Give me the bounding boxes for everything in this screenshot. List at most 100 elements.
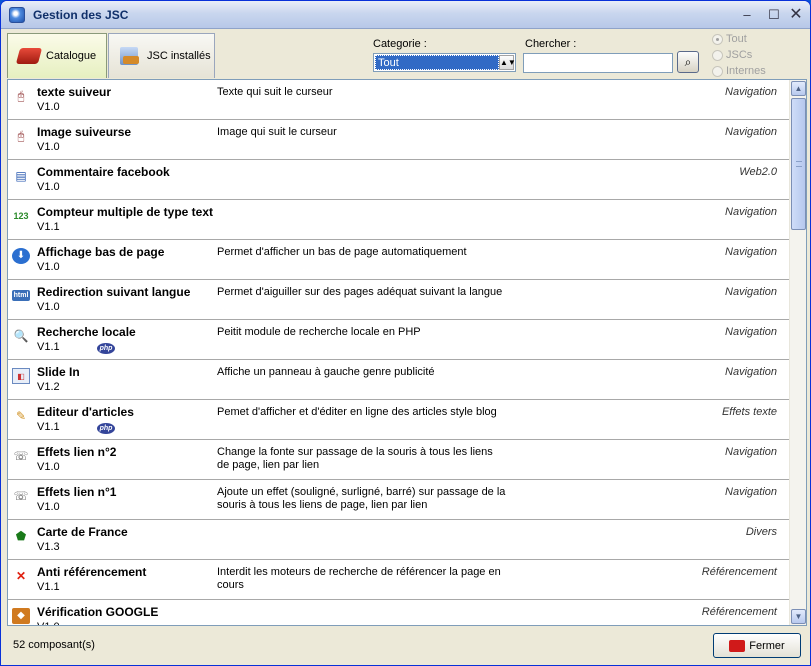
item-name: Commentaire facebook [37, 165, 170, 179]
minimize-button[interactable]: – [738, 7, 756, 23]
grip-icon [796, 161, 802, 167]
radio-dot-icon [712, 49, 723, 61]
list-item[interactable]: ✎ Editeur d'articles V1.1 php Pemet d'affich… [8, 400, 789, 440]
radio-tout-label: Tout [726, 33, 747, 45]
close-button[interactable]: Fermer [713, 633, 801, 658]
search-label: Chercher : [525, 38, 577, 50]
item-name: Effets lien n°1 [37, 485, 117, 499]
item-description: Peitit module de recherche locale en PHP [217, 326, 421, 338]
list-item[interactable]: ◆ Vérification GOOGLE V1.0 Référencement [8, 600, 789, 625]
item-description: Texte qui suit le curseur [217, 86, 333, 98]
php-badge-icon: php [97, 423, 115, 434]
item-version: V1.1 [37, 341, 60, 353]
item-category: Web2.0 [739, 166, 777, 178]
vertical-scrollbar[interactable]: ▲ ▼ [789, 80, 806, 625]
item-category: Navigation [725, 326, 777, 338]
radio-tout[interactable]: Tout [712, 33, 747, 45]
item-name: Anti référencement [37, 565, 147, 579]
catalog-icon [16, 44, 42, 68]
item-name: texte suiveur [37, 85, 112, 99]
no-seo-icon: ✕ [15, 569, 27, 583]
list-item[interactable]: 🔍 Recherche locale V1.1 php Peitit module de… [8, 320, 789, 360]
radio-dot-icon [712, 65, 723, 77]
item-version: V1.0 [37, 621, 60, 625]
item-name: Slide In [37, 365, 80, 379]
scroll-up-icon[interactable]: ▲ [791, 81, 806, 96]
item-version: V1.0 [37, 261, 60, 273]
search-input[interactable] [523, 53, 673, 73]
list-item[interactable]: 🖰 texte suiveur V1.0 Texte qui suit le curs… [8, 80, 789, 120]
html-icon: html [12, 290, 30, 301]
list-item[interactable]: ⬇ Affichage bas de page V1.0 Permet d'affic… [8, 240, 789, 280]
item-version: V1.3 [37, 541, 60, 553]
maximize-button[interactable]: ☐ [765, 7, 783, 23]
item-version: V1.0 [37, 101, 60, 113]
list-item[interactable]: ⬟ Carte de France V1.3 Divers [8, 520, 789, 560]
list-item[interactable]: ✕ Anti référencement V1.1 Interdit les mote… [8, 560, 789, 600]
item-version: V1.1 [37, 581, 60, 593]
item-version: V1.1 [37, 221, 60, 233]
window-title: Gestion des JSC [33, 8, 129, 22]
category-select[interactable]: Tout ▲▼ [373, 53, 516, 72]
jsc-manager-window: Gestion des JSC – ☐ ✕ Catalogue JSC inst… [0, 0, 811, 666]
item-version: V1.0 [37, 461, 60, 473]
mouse-icon: 🖰 [17, 129, 25, 143]
chevron-down-icon[interactable]: ▲▼ [499, 55, 516, 70]
item-name: Editeur d'articles [37, 405, 134, 419]
mouse-icon: 🖰 [17, 89, 25, 103]
list-item[interactable]: html Redirection suivant langue V1.0 Permet… [8, 280, 789, 320]
item-category: Navigation [725, 86, 777, 98]
item-name: Vérification GOOGLE [37, 605, 159, 619]
item-name: Compteur multiple de type text [37, 205, 214, 219]
installed-icon [117, 44, 143, 68]
item-category: Navigation [725, 366, 777, 378]
php-badge-icon: php [97, 343, 115, 354]
close-window-button[interactable]: ✕ [787, 7, 805, 23]
item-category: Navigation [725, 126, 777, 138]
list-item[interactable]: ◧ Slide In V1.2 Affiche un panneau à gauche… [8, 360, 789, 400]
title-bar: Gestion des JSC – ☐ ✕ [1, 1, 810, 29]
item-description: Affiche un panneau à gauche genre public… [217, 366, 435, 378]
item-version: V1.0 [37, 141, 60, 153]
item-description: Image qui suit le curseur [217, 126, 337, 138]
item-description: Change la fonte sur passage de la souris… [217, 446, 493, 471]
component-list[interactable]: ◆ Vérification GOOGLE V1.0 Référencement ✕ An… [7, 79, 807, 626]
tab-catalogue[interactable]: Catalogue [7, 33, 107, 78]
item-category: Référencement [701, 606, 777, 618]
list-item[interactable]: 123 Compteur multiple de type text V1.1 Nav… [8, 200, 789, 240]
item-version: V1.1 [37, 421, 60, 433]
close-button-label: Fermer [749, 639, 785, 652]
google-icon: ◆ [12, 608, 30, 624]
item-category: Référencement [701, 566, 777, 578]
link-effect-icon: ☏ [13, 449, 29, 463]
slide-icon: ◧ [12, 368, 30, 384]
radio-internes-label: Internes [726, 65, 766, 77]
list-item[interactable]: 🖰 Image suiveurse V1.0 Image qui suit le cu… [8, 120, 789, 160]
magnifier-icon: 🔍 [13, 329, 29, 343]
item-name: Redirection suivant langue [37, 285, 191, 299]
item-description: Permet d'aiguiller sur des pages adéquat… [217, 286, 503, 298]
france-map-icon: ⬟ [15, 529, 27, 543]
radio-internes[interactable]: Internes [712, 65, 766, 77]
tab-catalogue-label: Catalogue [46, 50, 97, 62]
item-description: Pemet d'afficher et d'éditer en ligne de… [217, 406, 497, 418]
radio-jscs[interactable]: JSCs [712, 49, 752, 61]
radio-dot-icon [712, 33, 723, 45]
list-item[interactable]: ☏ Effets lien n°1 V1.0 Ajoute un effet (sou… [8, 480, 789, 520]
scroll-down-icon[interactable]: ▼ [791, 609, 806, 624]
tab-installed-label: JSC installés [147, 50, 211, 62]
item-version: V1.0 [37, 501, 60, 513]
binoculars-icon[interactable]: ⌕ [677, 51, 699, 73]
editor-icon: ✎ [15, 409, 27, 423]
item-name: Image suiveurse [37, 125, 132, 139]
item-version: V1.0 [37, 301, 60, 313]
tab-installed[interactable]: JSC installés [108, 33, 215, 78]
category-selected-value: Tout [375, 55, 499, 70]
list-item[interactable]: ☏ Effets lien n°2 V1.0 Change la fonte sur … [8, 440, 789, 480]
scroll-thumb[interactable] [791, 98, 806, 230]
toolbar: Catalogue JSC installés Categorie : Tout… [1, 29, 810, 79]
comment-icon: ▤ [15, 169, 27, 183]
list-item[interactable]: ▤ Commentaire facebook V1.0 Web2.0 [8, 160, 789, 200]
item-category: Divers [745, 526, 777, 538]
item-version: V1.2 [37, 381, 60, 393]
